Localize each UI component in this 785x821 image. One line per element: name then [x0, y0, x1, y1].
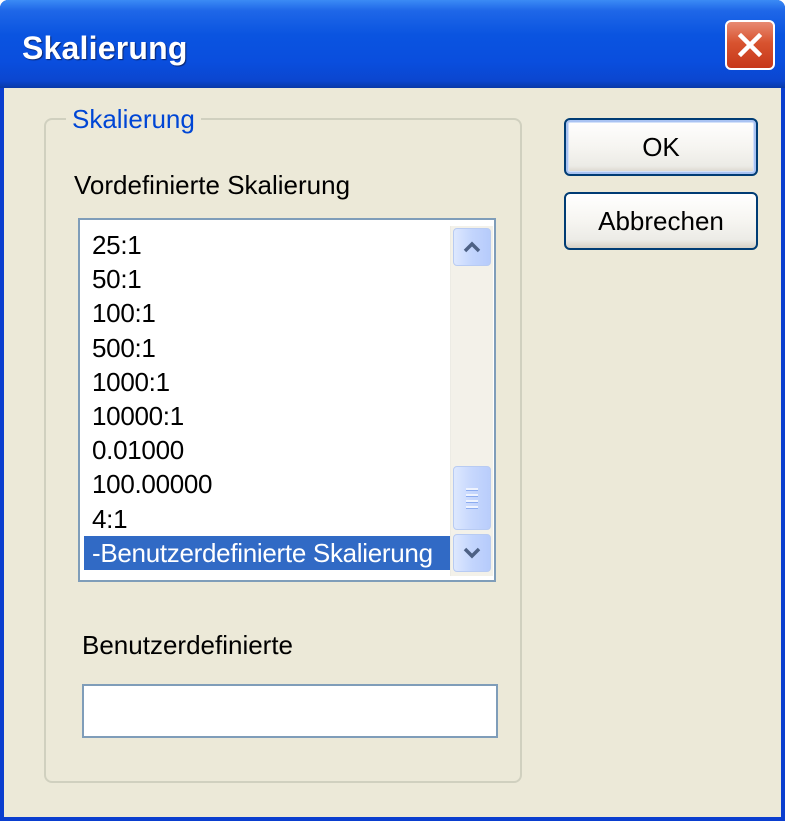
list-item[interactable]: 500:1	[84, 331, 450, 365]
list-item[interactable]: 100:1	[84, 296, 450, 330]
list-item[interactable]: 1000:1	[84, 365, 450, 399]
list-item[interactable]: -Benutzerdefinierte Skalierung	[84, 535, 450, 570]
list-item[interactable]: 25:1	[84, 228, 450, 262]
scroll-thumb[interactable]	[453, 466, 491, 530]
custom-scale-input[interactable]	[82, 684, 498, 738]
list-item[interactable]: 100.00000	[84, 467, 450, 501]
scaling-dialog: Skalierung Skalierung Vordefinierte Skal…	[0, 0, 785, 821]
predefined-scale-label: Vordefinierte Skalierung	[74, 170, 351, 200]
list-item[interactable]: 10000:1	[84, 399, 450, 433]
scale-listbox[interactable]: 25:1 50:1 100:1 500:1 1000:1 10000:1 0.01000 10…	[78, 218, 496, 582]
close-button[interactable]	[725, 20, 775, 70]
close-icon	[737, 32, 763, 58]
group-legend: Skalierung	[66, 102, 201, 136]
scale-list: 25:1 50:1 100:1 500:1 1000:1 10000:1 0.01000 10…	[84, 228, 450, 570]
window-title: Skalierung	[22, 30, 188, 66]
list-item[interactable]: 4:1	[84, 502, 450, 536]
list-scrollbar[interactable]	[450, 226, 493, 576]
scroll-up-button[interactable]	[453, 228, 491, 266]
chevron-down-icon	[463, 547, 481, 559]
ok-button[interactable]: OK	[564, 118, 758, 176]
chevron-up-icon	[463, 241, 481, 253]
scroll-down-button[interactable]	[453, 534, 491, 572]
cancel-button[interactable]: Abbrechen	[564, 192, 758, 250]
custom-scale-label: Benutzerdefinierte	[82, 630, 294, 660]
list-item[interactable]: 50:1	[84, 262, 450, 296]
list-item[interactable]: 0.01000	[84, 433, 450, 467]
grip-icon	[466, 485, 478, 512]
title-bar[interactable]: Skalierung	[0, 0, 785, 88]
